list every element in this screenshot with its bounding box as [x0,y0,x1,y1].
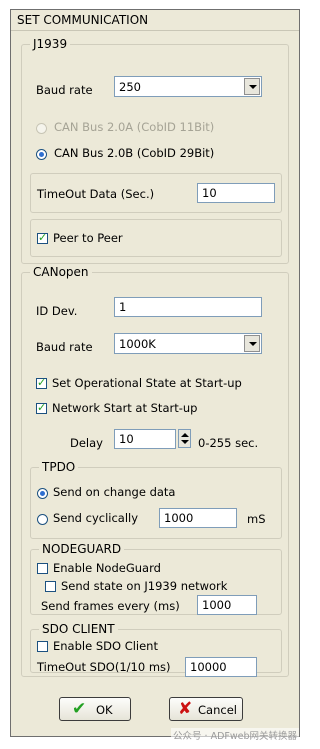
j1939-group: J1939 Baud rate 250 CAN Bus 2.0A (CobID … [21,37,289,264]
enable-nodeguard-label: Enable NodeGuard [53,561,161,575]
send-state-checkbox[interactable] [45,581,56,592]
peer-group: Peer to Peer [30,219,282,257]
id-dev-label: ID Dev. [36,304,78,318]
cross-icon: ✘ [178,699,193,719]
network-start-checkbox[interactable] [36,401,47,414]
ok-label: OK [96,703,113,717]
network-start-label: Network Start at Start-up [52,401,198,415]
id-dev-input[interactable]: 1 [114,297,262,317]
sdo-timeout-input[interactable]: 10000 [185,657,257,677]
cancel-label: Cancel [198,703,237,717]
canopen-baud-select[interactable]: 1000K [114,333,262,354]
j1939-baud-value: 250 [119,80,141,94]
watermark: 公众号 · ADFweb网关转换器 [171,728,299,742]
can-2a-radio[interactable] [36,123,47,134]
checkmark-icon: ✔ [72,699,87,719]
window-title: SET COMMUNICATION [17,13,149,27]
set-operational-label: Set Operational State at Start-up [52,376,242,390]
can-2a-label: CAN Bus 2.0A (CobID 11Bit) [54,120,215,134]
nodeguard-legend: NODEGUARD [39,542,125,556]
tpdo-group: TPDO Send on change data Send cyclically… [30,460,282,539]
set-communication-dialog: SET COMMUNICATION J1939 Baud rate 250 CA… [10,9,300,737]
nodeguard-group: NODEGUARD Enable NodeGuard Send state on… [30,542,282,615]
spin-up-icon[interactable] [181,433,189,437]
spin-down-icon[interactable] [181,440,189,444]
j1939-baud-select[interactable]: 250 [114,76,262,97]
peer-to-peer-checkbox[interactable] [37,231,48,244]
chevron-down-icon[interactable] [244,78,260,95]
send-frames-input[interactable]: 1000 [197,595,257,615]
delay-label: Delay [70,436,103,450]
j1939-timeout-label: TimeOut Data (Sec.) [37,187,155,201]
canopen-legend: CANopen [30,265,92,279]
send-state-label: Send state on J1939 network [61,579,228,593]
cyclic-period-input[interactable]: 1000 [159,508,237,528]
peer-to-peer-label: Peer to Peer [53,231,123,245]
enable-sdo-checkbox[interactable] [37,641,48,652]
delay-input[interactable]: 10 [114,429,176,449]
enable-nodeguard-checkbox[interactable] [37,563,48,574]
can-2b-label: CAN Bus 2.0B (CobID 29Bit) [54,146,215,160]
j1939-legend: J1939 [30,37,71,51]
j1939-timeout-group: TimeOut Data (Sec.) 10 [30,173,282,213]
delay-range-label: 0-255 sec. [198,436,259,450]
ok-button[interactable]: ✔ OK [59,697,131,721]
send-on-change-label: Send on change data [53,485,176,499]
canopen-baud-label: Baud rate [36,340,93,354]
delay-spinner[interactable] [178,429,191,448]
send-frames-label: Send frames every (ms) [41,599,180,613]
sdo-client-legend: SDO CLIENT [39,622,118,636]
send-cyclically-label: Send cyclically [53,511,139,525]
j1939-timeout-input[interactable]: 10 [197,183,275,203]
title-bar[interactable]: SET COMMUNICATION [11,10,299,31]
j1939-baud-label: Baud rate [36,83,93,97]
send-on-change-radio[interactable] [37,488,48,499]
tpdo-legend: TPDO [39,460,79,474]
chevron-down-icon[interactable] [244,335,260,352]
can-2b-radio[interactable] [36,149,47,160]
canopen-baud-value: 1000K [119,337,156,351]
set-operational-checkbox[interactable] [36,376,47,389]
enable-sdo-label: Enable SDO Client [53,639,158,653]
sdo-client-group: SDO CLIENT Enable SDO Client TimeOut SDO… [30,622,282,677]
canopen-group: CANopen ID Dev. 1 Baud rate 1000K Set Op… [21,265,289,677]
cyclic-unit-label: mS [247,512,266,526]
send-cyclically-radio[interactable] [37,514,48,525]
sdo-timeout-label: TimeOut SDO(1/10 ms) [37,660,171,674]
cancel-button[interactable]: ✘ Cancel [169,697,243,721]
